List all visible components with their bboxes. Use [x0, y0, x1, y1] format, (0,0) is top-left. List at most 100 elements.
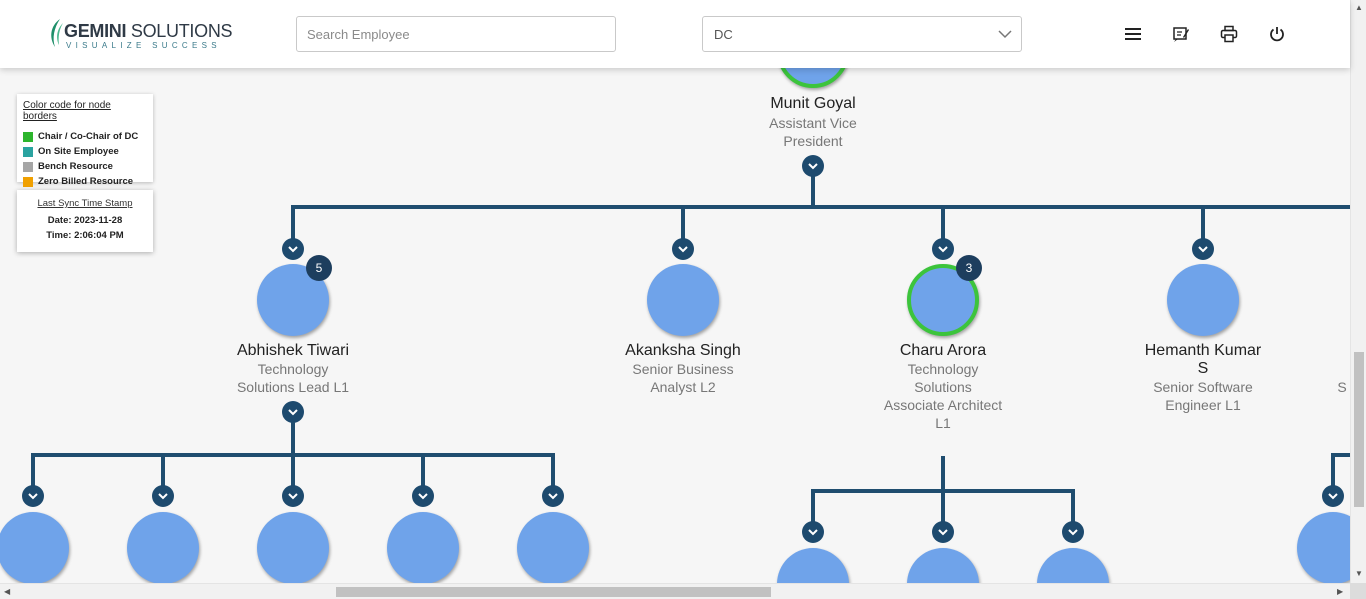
- connector-line: [31, 453, 35, 489]
- legend-item-onsite: On Site Employee: [23, 144, 147, 159]
- connector-line: [551, 453, 555, 489]
- search-employee-input[interactable]: [296, 16, 616, 52]
- scroll-right-arrow-icon[interactable]: ▶: [1337, 587, 1343, 596]
- logo-tagline: VISUALIZE SUCCESS: [66, 41, 221, 50]
- node-circle-child[interactable]: [1297, 512, 1350, 583]
- connector-line: [811, 489, 815, 525]
- chevron-down-icon: [998, 30, 1012, 39]
- legend-title: Color code for node borders: [23, 100, 111, 122]
- expand-toggle[interactable]: [802, 521, 824, 543]
- connector-line: [811, 176, 815, 208]
- node-title-hemanth-line2: Engineer L1: [1165, 397, 1241, 413]
- node-name-root: Munit Goyal: [770, 95, 856, 112]
- expand-toggle[interactable]: [412, 485, 434, 507]
- report-count-badge: 5: [306, 255, 332, 281]
- node-title-root-line1: Assistant Vice: [769, 115, 857, 131]
- node-circle-child[interactable]: [517, 512, 589, 583]
- expand-toggle-abhishek[interactable]: [282, 238, 304, 260]
- scrollbar-corner: [1350, 583, 1366, 599]
- legend-item-chair: Chair / Co-Chair of DC: [23, 129, 147, 144]
- legend-swatch-green: [23, 131, 33, 142]
- expand-toggle[interactable]: [282, 485, 304, 507]
- connector-line: [161, 453, 165, 489]
- node-circle-hemanth[interactable]: [1167, 264, 1239, 336]
- legend-swatch-grey: [23, 161, 33, 172]
- legend-label: Bench Resource: [38, 161, 113, 172]
- expand-toggle-charu[interactable]: [932, 238, 954, 260]
- connector-line: [1201, 205, 1205, 241]
- node-title-akanksha-line1: Senior Business: [632, 361, 734, 377]
- node-border-legend: Color code for node borders Chair / Co-C…: [17, 94, 153, 187]
- expand-toggle[interactable]: [542, 485, 564, 507]
- dc-select-value: DC: [714, 27, 733, 42]
- node-title-charu-line1: Technology: [907, 361, 979, 377]
- expand-toggle[interactable]: [152, 485, 174, 507]
- node-name-charu: Charu Arora: [899, 342, 987, 359]
- node-circle-child[interactable]: [387, 512, 459, 583]
- vertical-scroll-thumb[interactable]: [1354, 352, 1364, 507]
- node-circle-child[interactable]: [0, 512, 69, 583]
- connector-line: [291, 205, 1350, 209]
- legend-item-zero-billed: Zero Billed Resource: [23, 174, 147, 189]
- connector-line: [291, 205, 295, 241]
- expand-toggle[interactable]: [1322, 485, 1344, 507]
- logo-name-bold: GEMINI: [64, 21, 127, 41]
- node-circle-child[interactable]: [1037, 548, 1109, 583]
- org-chart-canvas[interactable]: Munit Goyal Assistant Vice President 5 A…: [0, 68, 1350, 583]
- connector-line: [681, 205, 685, 241]
- node-title-charu-line2: Solutions: [914, 379, 972, 395]
- node-circle-child[interactable]: [257, 512, 329, 583]
- menu-icon[interactable]: [1121, 22, 1145, 46]
- node-name-akanksha: Akanksha Singh: [625, 342, 741, 359]
- connector-line: [941, 205, 945, 241]
- connector-line: [941, 456, 945, 492]
- horizontal-scrollbar[interactable]: ◀ ▶: [0, 583, 1350, 599]
- legend-label: Chair / Co-Chair of DC: [38, 131, 139, 142]
- connector-line: [1331, 453, 1350, 457]
- node-title-root-line2: President: [783, 133, 843, 149]
- connector-line: [941, 489, 945, 525]
- connector-line: [291, 422, 295, 456]
- legend-swatch-orange: [23, 176, 33, 187]
- expand-toggle[interactable]: [932, 521, 954, 543]
- node-name-abhishek: Abhishek Tiwari: [236, 342, 350, 359]
- collapse-toggle-abhishek[interactable]: [282, 401, 304, 423]
- collapse-toggle-root[interactable]: [802, 155, 824, 177]
- notes-icon[interactable]: [1169, 22, 1193, 46]
- scroll-down-arrow-icon[interactable]: ▼: [1355, 569, 1363, 578]
- node-circle-child[interactable]: [907, 548, 979, 583]
- node-title-partial: S: [1337, 379, 1347, 395]
- logo-name-rest: SOLUTIONS: [126, 21, 233, 41]
- legend-label: Zero Billed Resource: [38, 176, 134, 187]
- legend-swatch-teal: [23, 146, 33, 157]
- expand-toggle[interactable]: [1062, 521, 1084, 543]
- print-icon[interactable]: [1217, 22, 1241, 46]
- node-circle-akanksha[interactable]: [647, 264, 719, 336]
- last-sync-panel: Last Sync Time Stamp Date: 2023-11-28 Ti…: [17, 190, 153, 252]
- expand-toggle-hemanth[interactable]: [1192, 238, 1214, 260]
- connector-line: [1331, 453, 1335, 489]
- sync-date: Date: 2023-11-28: [47, 215, 123, 226]
- node-circle-root[interactable]: [777, 68, 849, 88]
- sync-time: Time: 2:06:04 PM: [46, 230, 124, 241]
- connector-line: [291, 453, 295, 489]
- expand-toggle-akanksha[interactable]: [672, 238, 694, 260]
- node-title-abhishek-line1: Technology: [257, 361, 329, 377]
- dc-select[interactable]: DC: [702, 16, 1022, 52]
- power-icon[interactable]: [1265, 22, 1289, 46]
- node-circle-child[interactable]: [777, 548, 849, 583]
- node-title-akanksha-line2: Analyst L2: [650, 379, 716, 395]
- expand-toggle[interactable]: [22, 485, 44, 507]
- node-circle-child[interactable]: [127, 512, 199, 583]
- scroll-up-arrow-icon[interactable]: ▲: [1355, 3, 1363, 12]
- gemini-solutions-logo[interactable]: GEMINI SOLUTIONS VISUALIZE SUCCESS: [46, 16, 233, 52]
- node-name-hemanth-line2: S: [1197, 360, 1209, 377]
- vertical-scrollbar[interactable]: ▲ ▼: [1350, 0, 1366, 583]
- legend-item-bench: Bench Resource: [23, 159, 147, 174]
- node-title-hemanth-line1: Senior Software: [1153, 379, 1253, 395]
- leaf-logo-icon: [51, 19, 63, 47]
- scroll-left-arrow-icon[interactable]: ◀: [4, 587, 10, 596]
- node-name-hemanth-line1: Hemanth Kumar: [1144, 342, 1262, 359]
- horizontal-scroll-thumb[interactable]: [336, 587, 771, 597]
- node-title-charu-line3: Associate Architect: [883, 397, 1003, 413]
